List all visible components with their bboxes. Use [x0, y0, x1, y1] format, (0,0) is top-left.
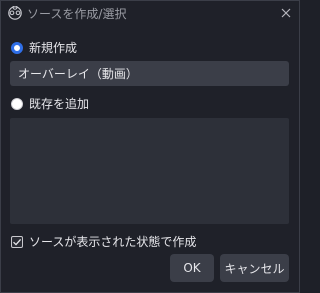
cancel-button[interactable]: キャンセル: [220, 254, 289, 282]
add-existing-label: 既存を追加: [29, 97, 90, 111]
create-select-source-dialog: ソースを作成/選択 新規作成 オーバーレイ（動画） 既存を追加 ソースが表示され…: [0, 0, 300, 293]
add-existing-radio[interactable]: [11, 97, 23, 110]
visible-on-create-option[interactable]: ソースが表示された状態で作成: [11, 233, 196, 250]
visible-on-create-label: ソースが表示された状態で作成: [29, 235, 197, 249]
obs-logo-icon: [8, 4, 22, 20]
add-existing-option[interactable]: 既存を追加: [11, 95, 89, 112]
window-title: ソースを作成/選択: [27, 7, 127, 21]
create-new-radio[interactable]: [11, 41, 23, 54]
close-icon: [281, 8, 291, 18]
create-new-label: 新規作成: [29, 41, 78, 55]
visible-on-create-checkbox[interactable]: [11, 235, 23, 248]
title-bar: ソースを作成/選択: [1, 1, 299, 25]
create-new-option[interactable]: 新規作成: [11, 39, 77, 56]
source-name-input[interactable]: オーバーレイ（動画）: [10, 61, 289, 86]
close-button[interactable]: [277, 4, 295, 22]
checkmark-icon: [13, 238, 22, 246]
existing-sources-list[interactable]: [10, 118, 289, 224]
ok-button[interactable]: OK: [170, 254, 214, 282]
